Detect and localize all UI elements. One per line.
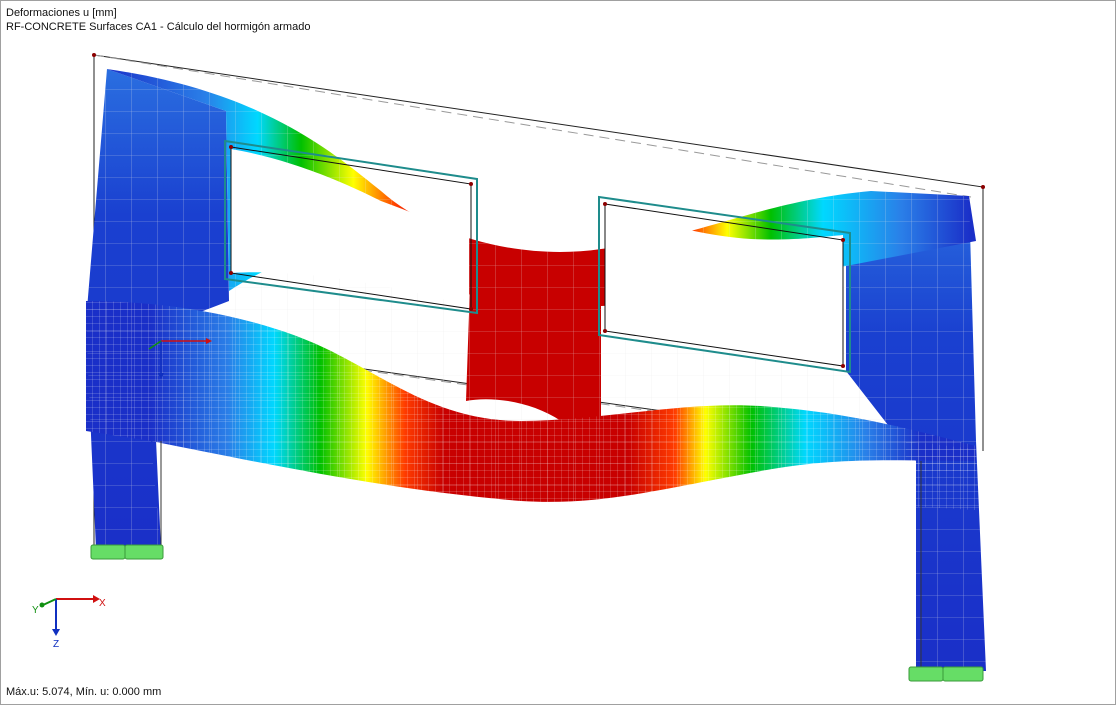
result-header: Deformaciones u [mm] RF-CONCRETE Surface…	[6, 6, 310, 34]
support-left[interactable]	[90, 544, 164, 560]
deformation-plot[interactable]: X Y Z	[1, 1, 1116, 705]
axis-y-label: Y	[32, 605, 39, 616]
support-right[interactable]	[908, 666, 984, 682]
global-axis-triad: X Y Z	[32, 595, 106, 650]
axis-y-dot-icon	[39, 602, 45, 608]
result-title: Deformaciones u [mm]	[6, 7, 117, 19]
axis-x-label: X	[99, 598, 106, 609]
fe-mesh	[86, 69, 991, 671]
axis-z-label: Z	[53, 639, 59, 650]
model-viewport[interactable]: X Y Z Deformaciones u [mm] RF-CONCRETE S…	[0, 0, 1116, 705]
axis-z-arrow-icon	[52, 629, 60, 636]
result-subtitle: RF-CONCRETE Surfaces CA1 - Cálculo del h…	[6, 21, 311, 33]
result-summary: Máx.u: 5.074, Mín. u: 0.000 mm	[6, 686, 162, 698]
